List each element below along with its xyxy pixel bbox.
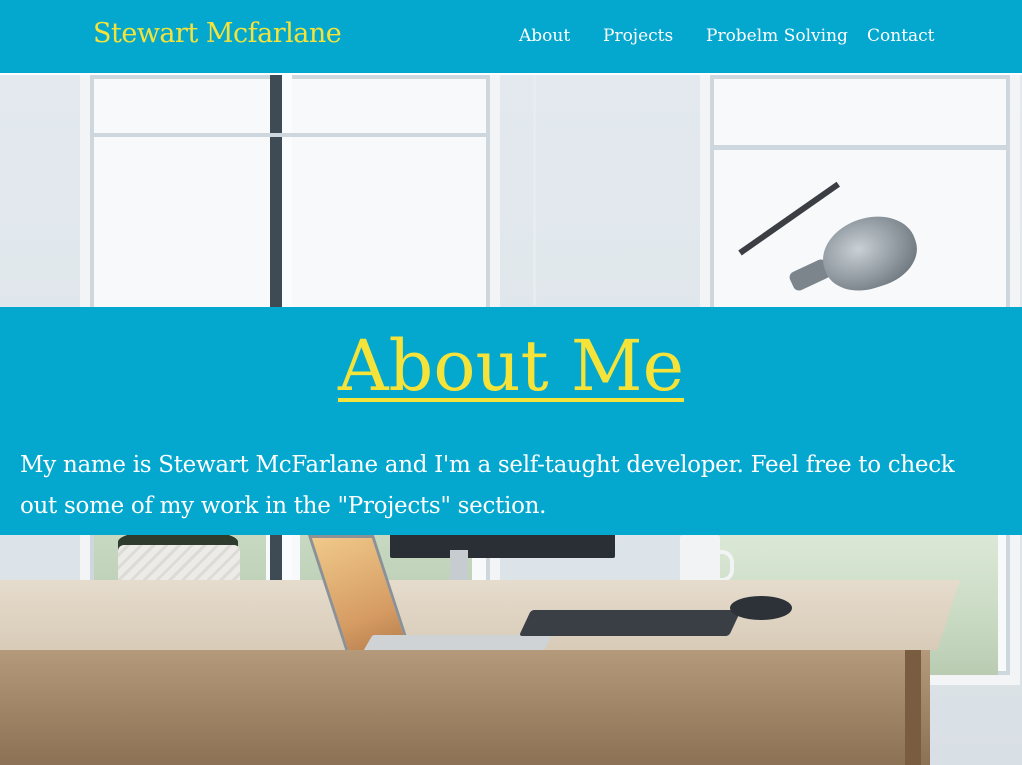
nav-link-projects[interactable]: Projects (603, 23, 673, 49)
mug-handle (714, 550, 734, 582)
about-title: About Me (0, 323, 1022, 409)
nav-link-problem-solving[interactable]: Probelm Solving (706, 23, 848, 49)
about-title-text: About Me (337, 325, 685, 407)
desk-front (0, 650, 930, 765)
nav-link-contact[interactable]: Contact (867, 23, 935, 49)
nav-link-about[interactable]: About (519, 23, 570, 49)
nav-links: About Projects Probelm Solving Contact (0, 23, 1022, 49)
desk-leg (905, 650, 921, 765)
navbar: Stewart Mcfarlane About Projects Probelm… (0, 0, 1022, 75)
keyboard (518, 610, 742, 636)
mouse (730, 596, 792, 620)
blind-cord (533, 75, 536, 305)
about-description: My name is Stewart McFarlane and I'm a s… (20, 452, 955, 519)
about-section: About Me My name is Stewart McFarlane an… (0, 307, 1022, 535)
